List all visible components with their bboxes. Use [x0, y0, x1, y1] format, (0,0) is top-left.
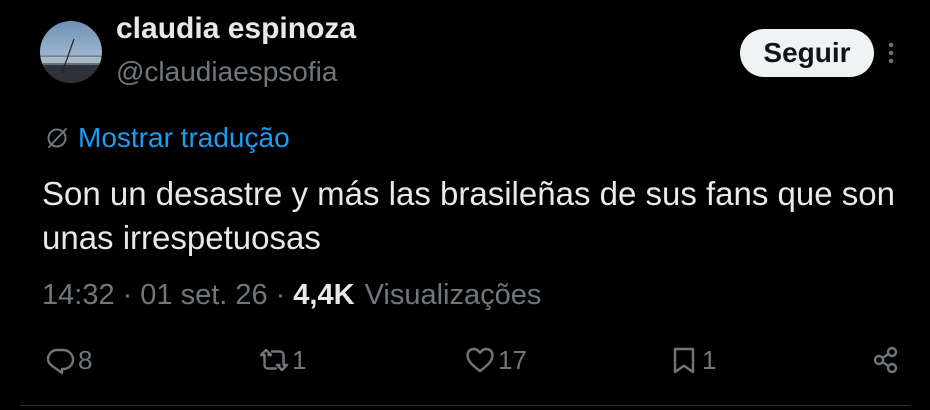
reply-icon — [46, 348, 75, 375]
divider — [20, 405, 910, 406]
bookmark-count: 1 — [702, 344, 717, 375]
show-translation-link[interactable]: Mostrar tradução — [44, 120, 290, 156]
show-translation-label: Mostrar tradução — [78, 122, 290, 153]
tweet-meta: 14:32 · 01 set. 26 · 4,4K Visualizações — [42, 276, 541, 314]
share-button[interactable] — [870, 340, 904, 380]
views-count: 4,4K — [293, 278, 355, 311]
avatar-image — [40, 21, 102, 83]
like-button[interactable]: 17 — [464, 340, 527, 380]
more-vertical-icon[interactable] — [884, 38, 898, 68]
bookmark-icon — [673, 347, 695, 374]
reply-count: 8 — [78, 344, 93, 375]
heart-icon — [466, 347, 494, 373]
reply-button[interactable]: 8 — [44, 340, 92, 380]
bookmark-button[interactable]: 1 — [668, 340, 716, 380]
repost-icon — [259, 348, 289, 372]
follow-button[interactable]: Seguir — [740, 29, 874, 77]
separator-dot: · — [122, 278, 133, 311]
author-display-name[interactable]: claudia espinoza — [116, 12, 356, 46]
share-icon — [873, 346, 898, 374]
author-handle[interactable]: @claudiaespsofia — [116, 56, 337, 88]
tweet-time[interactable]: 14:32 — [42, 279, 115, 312]
tweet-text: Son un desastre y más las brasileñas de … — [42, 175, 895, 256]
repost-count: 1 — [292, 344, 307, 375]
tweet-date[interactable]: 01 set. 26 — [140, 279, 267, 312]
views-label: Visualizações — [364, 278, 542, 311]
like-count: 17 — [498, 344, 527, 375]
separator-dot: · — [275, 278, 286, 311]
repost-button[interactable]: 1 — [258, 340, 306, 380]
avatar[interactable] — [40, 21, 102, 83]
globe-slash-icon — [44, 125, 70, 151]
